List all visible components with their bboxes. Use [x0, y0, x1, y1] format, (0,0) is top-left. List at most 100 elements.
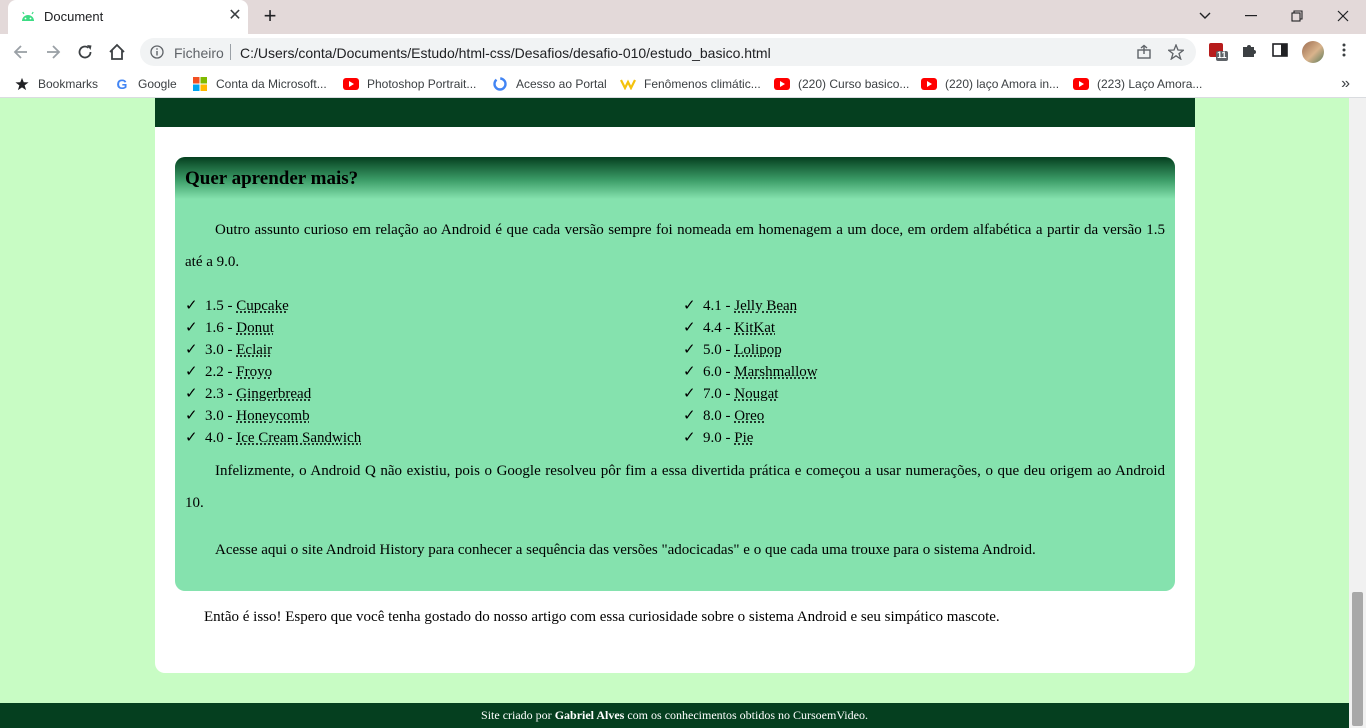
version-separator: - — [223, 408, 237, 424]
check-icon: ✓ — [185, 428, 198, 446]
browser-tab[interactable]: Document ✕ — [8, 0, 248, 34]
version-name[interactable]: Marshmallow — [734, 362, 817, 383]
bookmark-item[interactable]: Fenômenos climátic... — [620, 76, 761, 92]
version-number: 1.5 — [205, 298, 224, 314]
bookmark-label: Photoshop Portrait... — [367, 77, 477, 91]
bookmark-item[interactable]: Conta da Microsoft... — [192, 76, 327, 92]
bookmark-star-icon[interactable] — [1166, 43, 1186, 61]
footer-author: Gabriel Alves — [554, 708, 625, 722]
bookmark-item[interactable]: Acesso ao Portal — [492, 76, 607, 92]
version-item: ✓ 1.6 - Donut — [185, 317, 361, 339]
check-icon: ✓ — [185, 406, 198, 424]
version-item: ✓ 4.1 - Jelly Bean — [683, 295, 818, 317]
learn-more-box: Quer aprender mais? Outro assunto curios… — [175, 157, 1175, 591]
new-tab-button[interactable]: + — [258, 4, 282, 28]
version-separator: - — [223, 342, 237, 358]
restore-button[interactable] — [1282, 3, 1312, 29]
version-number: 5.0 — [703, 342, 722, 358]
version-number: 8.0 — [703, 408, 722, 424]
tab-search-icon[interactable] — [1190, 3, 1220, 29]
check-icon: ✓ — [185, 384, 198, 402]
version-name[interactable]: Oreo — [734, 406, 764, 427]
address-bar[interactable]: Ficheiro C:/Users/conta/Documents/Estudo… — [140, 38, 1196, 66]
check-icon: ✓ — [185, 296, 198, 314]
bookmark-label: Conta da Microsoft... — [216, 77, 327, 91]
version-separator: - — [223, 364, 237, 380]
url-scheme-label: Ficheiro — [174, 45, 224, 61]
version-name[interactable]: Jelly Bean — [734, 296, 797, 317]
version-name[interactable]: Froyo — [236, 362, 272, 383]
youtube-icon — [774, 76, 790, 92]
youtube-icon — [1073, 76, 1089, 92]
extensions-puzzle-icon[interactable] — [1240, 42, 1260, 62]
tab-title: Document — [44, 9, 104, 24]
version-name[interactable]: KitKat — [734, 318, 775, 339]
version-item: ✓ 8.0 - Oreo — [683, 405, 818, 427]
check-icon: ✓ — [683, 406, 696, 424]
info-icon[interactable] — [150, 45, 164, 59]
bookmark-item[interactable]: (220) laço Amora in... — [921, 76, 1059, 92]
url-text[interactable]: C:/Users/conta/Documents/Estudo/html-css… — [240, 45, 771, 61]
chrome-menu-icon[interactable] — [1336, 42, 1356, 62]
version-separator: - — [223, 386, 237, 402]
version-name[interactable]: Cupcake — [236, 296, 288, 317]
tab-close-icon[interactable]: ✕ — [225, 6, 245, 26]
main-article: Quer aprender mais? Outro assunto curios… — [155, 98, 1195, 673]
version-number: 2.2 — [205, 364, 224, 380]
version-number: 4.0 — [205, 430, 224, 446]
version-name[interactable]: Nougat — [734, 384, 778, 405]
close-window-button[interactable] — [1328, 3, 1358, 29]
version-name[interactable]: Honeycomb — [236, 406, 309, 427]
version-name[interactable]: Eclair — [236, 340, 272, 361]
version-name[interactable]: Pie — [734, 428, 753, 449]
bookmark-item[interactable]: (220) Curso basico... — [774, 76, 909, 92]
version-separator: - — [223, 430, 237, 446]
version-number: 4.4 — [703, 320, 722, 336]
check-icon: ✓ — [683, 384, 696, 402]
version-item: ✓ 4.4 - KitKat — [683, 317, 818, 339]
closing-paragraph: Então é isso! Espero que você tenha gost… — [204, 609, 1000, 625]
extension-badge-icon[interactable]: 11 — [1208, 42, 1228, 62]
minimize-button[interactable] — [1236, 3, 1266, 29]
profile-avatar[interactable] — [1302, 41, 1324, 63]
page-scrollbar[interactable] — [1349, 98, 1366, 728]
version-separator: - — [721, 298, 735, 314]
home-icon[interactable] — [104, 39, 130, 65]
microsoft-icon — [192, 76, 208, 92]
bookmark-item[interactable]: Bookmarks — [14, 76, 98, 92]
bookmark-item[interactable]: G Google — [114, 76, 177, 92]
version-separator: - — [721, 408, 735, 424]
version-separator: - — [721, 364, 735, 380]
version-number: 4.1 — [703, 298, 722, 314]
version-item: ✓ 6.0 - Marshmallow — [683, 361, 818, 383]
bookmark-item[interactable]: (223) Laço Amora... — [1073, 76, 1202, 92]
version-name[interactable]: Gingerbread — [236, 384, 311, 405]
share-icon[interactable] — [1136, 44, 1152, 60]
version-name[interactable]: Lolipop — [734, 340, 782, 361]
version-item: ✓ 4.0 - Ice Cream Sandwich — [185, 427, 361, 449]
version-number: 1.6 — [205, 320, 224, 336]
scrollbar-thumb[interactable] — [1352, 592, 1363, 726]
version-item: ✓ 3.0 - Honeycomb — [185, 405, 361, 427]
reload-icon[interactable] — [72, 39, 98, 65]
footer-suffix: com os conhecimentos obtidos no CursoemV… — [624, 708, 868, 722]
version-separator: - — [721, 386, 735, 402]
version-name[interactable]: Donut — [236, 318, 274, 339]
intro-paragraph: Outro assunto curioso em relação ao Andr… — [185, 222, 1165, 270]
check-icon: ✓ — [683, 340, 696, 358]
check-icon: ✓ — [185, 318, 198, 336]
versions-list-right: ✓ 4.1 - Jelly Bean ✓ 4.4 - KitKat ✓ 5.0 - Lol… — [683, 295, 818, 449]
forward-arrow-icon[interactable] — [40, 39, 66, 65]
versions-list-left: ✓ 1.5 - Cupcake ✓ 1.6 - Donut ✓ 3.0 - Eclair ✓… — [185, 295, 361, 449]
back-arrow-icon[interactable] — [8, 39, 34, 65]
bookmark-item[interactable]: Photoshop Portrait... — [343, 76, 476, 92]
bookmark-label: (220) Curso basico... — [798, 77, 910, 91]
version-number: 3.0 — [205, 408, 224, 424]
version-name[interactable]: Ice Cream Sandwich — [236, 428, 361, 449]
side-panel-icon[interactable] — [1272, 42, 1292, 62]
bookmark-label: (220) laço Amora in... — [945, 77, 1060, 91]
bookmarks-overflow-icon[interactable]: » — [1341, 75, 1350, 93]
google-icon: G — [116, 76, 128, 92]
version-item: ✓ 5.0 - Lolipop — [683, 339, 818, 361]
android-history-paragraph: Acesse aqui o site Android History para … — [215, 542, 1036, 558]
